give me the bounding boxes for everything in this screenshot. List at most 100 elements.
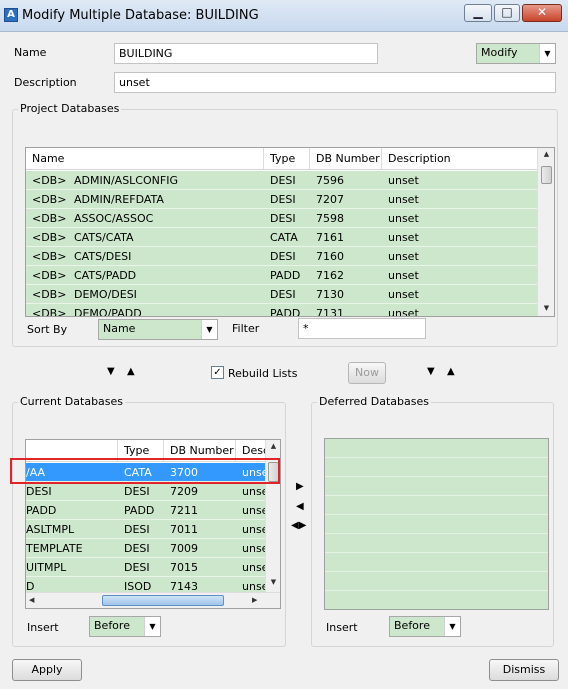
window-title: Modify Multiple Database: BUILDING [22, 8, 259, 23]
table-row[interactable]: <DB> ADMIN/REFDATA DESI 7207 unset [26, 190, 537, 209]
sort-by-dropdown[interactable]: Name ▼ [98, 319, 218, 340]
mode-value: Modify [481, 46, 518, 59]
cell-type: DESI [270, 212, 296, 225]
scroll-thumb[interactable] [102, 595, 224, 606]
deferred-databases-list[interactable] [324, 438, 549, 610]
cell-name: PADD [26, 504, 57, 517]
cell-type: DESI [270, 193, 296, 206]
table-row[interactable]: <DB> ASSOC/ASSOC DESI 7598 unset [26, 209, 537, 228]
description-field[interactable]: unset [114, 72, 556, 93]
cell-type: DESI [124, 523, 150, 536]
table-row[interactable]: <DB> CATS/PADD PADD 7162 unset [26, 266, 537, 285]
cell-desc: unset [388, 250, 419, 263]
maximize-icon: □ [501, 5, 513, 19]
scroll-up-icon[interactable]: ▲ [266, 442, 280, 450]
scroll-thumb[interactable] [268, 462, 279, 482]
minimize-icon: ▁ [473, 5, 483, 19]
now-button[interactable]: Now [348, 362, 386, 384]
cell-name: /AA [26, 466, 46, 479]
cell-number: 3700 [170, 466, 198, 479]
name-label: Name [14, 46, 47, 59]
cell-number: 7009 [170, 542, 198, 555]
project-databases-table[interactable]: Name Type DB Number Description <DB> ADMI… [25, 147, 555, 317]
swap-icon[interactable]: ◀▶ [291, 520, 306, 531]
cell-number: 7160 [316, 250, 344, 263]
cell-desc: unset [388, 269, 419, 282]
table-row-selected[interactable]: /AA CATA 3700 unset [26, 463, 266, 482]
current-databases-table[interactable]: Type DB Number Desc /AACATA3700unsetDESI… [25, 439, 281, 609]
table-row[interactable]: ASLTMPL DESI 7011 unset [26, 520, 266, 539]
mode-dropdown[interactable]: Modify ▼ [476, 43, 556, 64]
current-insert-dropdown[interactable]: Before ▼ [89, 616, 161, 637]
table-row[interactable]: UITMPL DESI 7015 unset [26, 558, 266, 577]
cell-number: 7207 [316, 193, 344, 206]
dismiss-button[interactable]: Dismiss [489, 659, 559, 681]
current-insert-label: Insert [27, 621, 59, 634]
cell-desc: unset [242, 542, 266, 555]
table-row[interactable]: <DB> DEMO/DESI DESI 7130 unset [26, 285, 537, 304]
column-header-type[interactable]: Type [118, 440, 164, 462]
table-row[interactable]: TEMPLATE DESI 7009 unset [26, 539, 266, 558]
column-header-type[interactable]: Type [264, 148, 310, 170]
table-row[interactable]: <DB> ADMIN/ASLCONFIG DESI 7596 unset [26, 171, 537, 190]
scroll-down-icon[interactable]: ▼ [538, 304, 554, 312]
cell-name: CATS/CATA [74, 231, 134, 244]
maximize-button[interactable]: □ [494, 4, 520, 22]
cell-desc: unset [388, 212, 419, 225]
current-insert-value: Before [94, 619, 130, 632]
move-right-icon[interactable]: ▶ [296, 481, 304, 492]
table-row[interactable]: PADD PADD 7211 unset [26, 501, 266, 520]
table-row[interactable]: <DB> CATS/CATA CATA 7161 unset [26, 228, 537, 247]
scroll-down-icon[interactable]: ▼ [266, 578, 280, 586]
cell-name: ASLTMPL [26, 523, 75, 536]
project-scrollbar[interactable]: ▲ ▼ [537, 148, 554, 316]
cell-name: DESI [26, 485, 52, 498]
column-header-description[interactable]: Description [382, 148, 538, 170]
cell-name: DEMO/PADD [74, 307, 142, 317]
name-field[interactable]: BUILDING [114, 43, 378, 64]
move-left-icon[interactable]: ◀ [296, 501, 304, 512]
cell-desc: unset [242, 485, 266, 498]
cell-name: UITMPL [26, 561, 67, 574]
column-header-name[interactable] [26, 440, 118, 462]
cell-tag: <DB> [32, 212, 67, 225]
cell-type: DESI [124, 561, 150, 574]
current-vscrollbar[interactable]: ▲ ▼ [265, 440, 280, 592]
deferred-move-up-icon[interactable]: ▲ [447, 366, 455, 377]
deferred-insert-dropdown[interactable]: Before ▼ [389, 616, 461, 637]
current-hscrollbar[interactable]: ◀ ▶ [26, 592, 280, 608]
cell-type: DESI [270, 288, 296, 301]
cell-desc: unset [388, 174, 419, 187]
table-row[interactable]: <DB> DEMO/PADD PADD 7131 unset [26, 304, 537, 317]
table-header: Type DB Number Desc [26, 440, 266, 462]
scroll-left-icon[interactable]: ◀ [29, 596, 34, 604]
column-header-name[interactable]: Name [26, 148, 264, 170]
column-header-db-number[interactable]: DB Number [164, 440, 236, 462]
cell-desc: unset [242, 504, 266, 517]
minimize-button[interactable]: ▁ [464, 4, 492, 22]
cell-number: 7162 [316, 269, 344, 282]
cell-tag: <DB> [32, 269, 67, 282]
column-header-description[interactable]: Desc [236, 440, 266, 462]
table-row[interactable]: DESI DESI 7209 unset [26, 482, 266, 501]
rebuild-lists-checkbox[interactable]: ✓ [211, 366, 224, 379]
close-button[interactable]: ✕ [522, 4, 562, 22]
cell-number: 7209 [170, 485, 198, 498]
cell-type: DESI [124, 485, 150, 498]
filter-field[interactable]: * [298, 318, 426, 339]
table-row[interactable]: <DB> CATS/DESI DESI 7160 unset [26, 247, 537, 266]
cell-desc: unset [388, 288, 419, 301]
scroll-up-icon[interactable]: ▲ [538, 150, 554, 158]
scroll-thumb[interactable] [541, 166, 552, 184]
cell-desc: unset [242, 466, 266, 479]
cell-number: 7011 [170, 523, 198, 536]
move-up-icon[interactable]: ▲ [127, 366, 135, 377]
column-header-db-number[interactable]: DB Number [310, 148, 382, 170]
scroll-right-icon[interactable]: ▶ [252, 596, 257, 604]
chevron-down-icon: ▼ [444, 617, 460, 636]
move-down-icon[interactable]: ▼ [107, 366, 115, 377]
deferred-move-down-icon[interactable]: ▼ [427, 366, 435, 377]
sort-by-label: Sort By [27, 323, 68, 336]
apply-button[interactable]: Apply [12, 659, 82, 681]
table-header: Name Type DB Number Description [26, 148, 538, 170]
